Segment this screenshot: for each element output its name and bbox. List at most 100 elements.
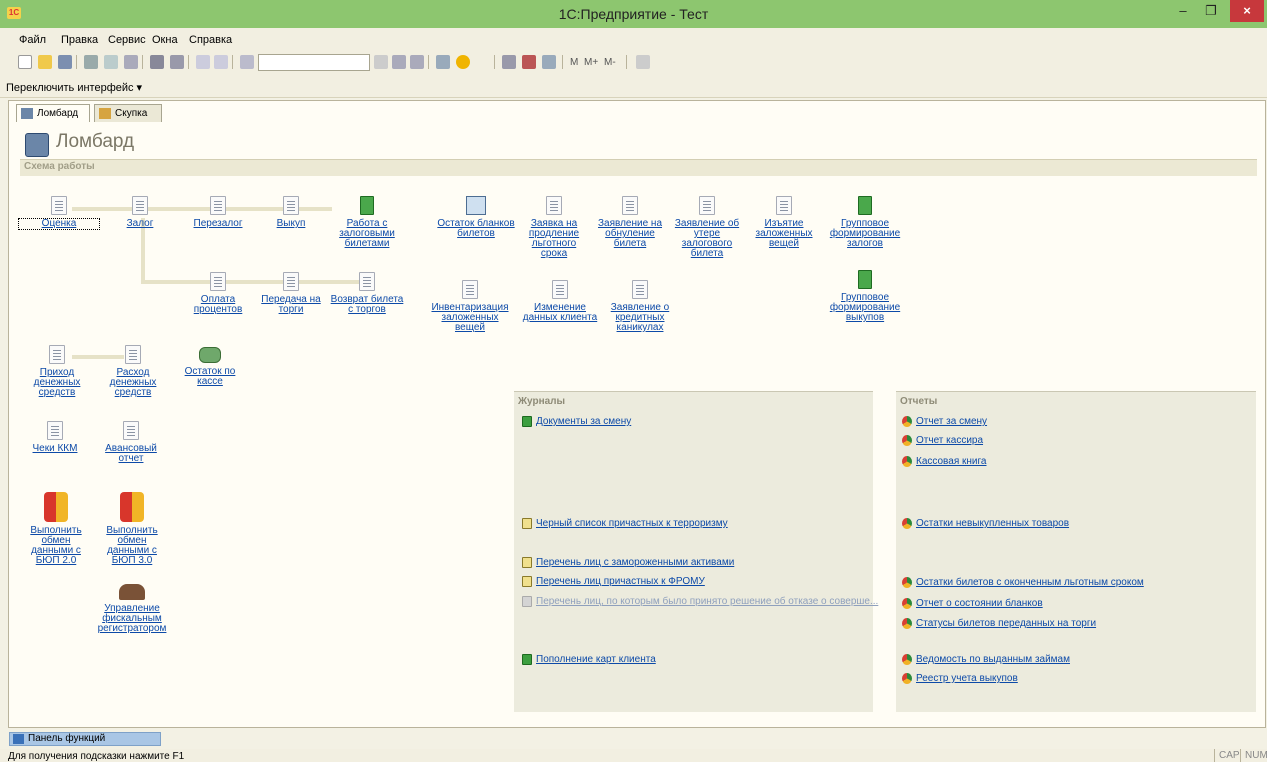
search-dropdown-icon[interactable] — [374, 55, 388, 69]
schema-item-advance-report[interactable]: Авансовый отчет — [98, 421, 164, 464]
tab-skupka[interactable]: Скупка — [94, 104, 162, 122]
menu-edit[interactable]: Правка — [61, 34, 98, 46]
schema-item-label: Расход денежных средств — [109, 367, 157, 398]
report-link[interactable]: Кассовая книга — [902, 456, 987, 467]
memory-minus-button[interactable]: M- — [604, 57, 616, 68]
menu-help[interactable]: Справка — [189, 34, 232, 46]
schema-item-cash-balance[interactable]: Остаток по кассе — [174, 347, 246, 387]
schema-item-fiscal[interactable]: Управление фискальным регистратором — [92, 584, 172, 634]
search-input[interactable] — [258, 54, 370, 71]
report-link[interactable]: Остатки невыкупленных товаров — [902, 518, 1069, 529]
num-indicator: NUM — [1240, 749, 1267, 762]
schema-item-loss-request[interactable]: Заявление об утере залогового билета — [673, 196, 741, 259]
schema-item-label: Выполнить обмен данными с БЮП 3.0 — [106, 525, 158, 566]
undo-icon[interactable] — [196, 55, 210, 69]
find-prev-icon[interactable] — [410, 55, 424, 69]
reports-panel: Отчеты Отчет за смену Отчет кассира Касс… — [896, 391, 1256, 712]
calendar-icon[interactable] — [522, 55, 536, 69]
journal-link[interactable]: Документы за смену — [522, 416, 631, 427]
maximize-button[interactable]: ❐ — [1198, 0, 1224, 22]
schema-item-vykup[interactable]: Выкуп — [251, 196, 331, 229]
users-icon[interactable] — [542, 55, 556, 69]
document-icon — [49, 345, 65, 364]
print-icon[interactable] — [150, 55, 164, 69]
memory-plus-button[interactable]: M+ — [584, 57, 598, 68]
schema-item-return-ticket[interactable]: Возврат билета с торгов — [330, 272, 404, 315]
report-link[interactable]: Отчет кассира — [902, 435, 983, 446]
tools-icon[interactable] — [636, 55, 650, 69]
schema-item-perezalog[interactable]: Перезалог — [178, 196, 258, 229]
cut-icon[interactable] — [84, 55, 98, 69]
schema-item-interest[interactable]: Оплата процентов — [178, 272, 258, 315]
schema-item-exchange-2[interactable]: Выполнить обмен данными с БЮП 2.0 — [22, 492, 90, 566]
find-next-icon[interactable] — [392, 55, 406, 69]
menu-service[interactable]: Сервис — [108, 34, 146, 46]
report-icon — [902, 577, 912, 588]
journal-list-icon — [522, 557, 532, 568]
schema-item-client-change[interactable]: Изменение данных клиента — [518, 280, 602, 323]
title-bar: 1С 1С:Предприятие - Тест – ❐ × — [0, 0, 1267, 28]
redo-icon[interactable] — [214, 55, 228, 69]
minimize-button[interactable]: – — [1170, 0, 1196, 22]
journal-link[interactable]: Перечень лиц причастных к ФРОМУ — [522, 576, 705, 587]
schema-item-group-redemptions[interactable]: Групповое формирование выкупов — [825, 270, 905, 323]
schema-item-credit-holidays[interactable]: Заявление о кредитных каникулах — [601, 280, 679, 333]
journal-link[interactable]: Пополнение карт клиента — [522, 654, 656, 665]
report-link[interactable]: Отчет о состоянии бланков — [902, 598, 1043, 609]
info-icon[interactable] — [456, 55, 470, 69]
schema-item-cash-out[interactable]: Расход денежных средств — [100, 345, 166, 398]
schema-item-exchange-3[interactable]: Выполнить обмен данными с БЮП 3.0 — [98, 492, 166, 566]
schema-item-auction[interactable]: Передача на торги — [251, 272, 331, 315]
journal-link[interactable]: Перечень лиц с замороженными активами — [522, 557, 734, 568]
schema-item-kkm-receipts[interactable]: Чеки ККМ — [22, 421, 88, 454]
schema-item-tickets[interactable]: Работа с залоговыми билетами — [329, 196, 405, 249]
schema-item-otsenka[interactable]: Оценка — [18, 196, 100, 230]
schema-item-blank-remainder[interactable]: Остаток бланков билетов — [436, 196, 516, 239]
report-link[interactable]: Реестр учета выкупов — [902, 673, 1018, 684]
schema-item-reset-request[interactable]: Заявление на обнуление билета — [596, 196, 664, 249]
report-link[interactable]: Ведомость по выданным займам — [902, 654, 1070, 665]
report-icon — [902, 518, 912, 529]
schema-item-group-pledges[interactable]: Групповое формирование залогов — [825, 196, 905, 249]
status-hint: Для получения подсказки нажмите F1 — [8, 751, 185, 762]
paste-icon[interactable] — [124, 55, 138, 69]
new-document-icon[interactable] — [18, 55, 32, 69]
function-panel-button[interactable]: Панель функций — [9, 732, 161, 746]
document-icon — [359, 272, 375, 291]
schema-item-zalog[interactable]: Залог — [100, 196, 180, 229]
close-button[interactable]: × — [1230, 0, 1264, 22]
money-icon — [199, 347, 221, 363]
menu-file[interactable]: Файл — [19, 34, 46, 46]
section-header — [20, 159, 1257, 176]
schema-item-cash-in[interactable]: Приход денежных средств — [24, 345, 90, 398]
document-icon — [546, 196, 562, 215]
windows-icon[interactable] — [436, 55, 450, 69]
switch-interface-button[interactable]: Переключить интерфейс ▾ — [6, 81, 142, 94]
schema-item-extension-request[interactable]: Заявка на продление льготного срока — [520, 196, 588, 259]
schema-item-label: Остаток по кассе — [184, 366, 236, 387]
report-link[interactable]: Отчет за смену — [902, 416, 987, 427]
calculator-icon[interactable] — [502, 55, 516, 69]
menu-windows[interactable]: Окна — [152, 34, 178, 46]
schema-item-label: Авансовый отчет — [105, 443, 157, 464]
schema-item-inventory[interactable]: Инвентаризация заложенных вещей — [427, 280, 513, 333]
open-folder-icon[interactable] — [38, 55, 52, 69]
journal-book-icon — [522, 416, 532, 427]
memory-button[interactable]: M — [570, 57, 578, 68]
search-icon[interactable] — [240, 55, 254, 69]
journal-list-icon — [522, 596, 532, 607]
window-title: 1С:Предприятие - Тест — [558, 6, 709, 22]
preview-icon[interactable] — [170, 55, 184, 69]
journal-link[interactable]: Черный список причастных к терроризму — [522, 518, 728, 529]
copy-icon[interactable] — [104, 55, 118, 69]
report-image-icon — [466, 196, 486, 215]
schema-item-seizure[interactable]: Изъятие заложенных вещей — [750, 196, 818, 249]
book-icon — [858, 196, 872, 215]
report-link[interactable]: Статусы билетов переданных на торги — [902, 618, 1096, 629]
tab-lombard[interactable]: Ломбард — [16, 104, 90, 122]
schema-item-label: Заявление о кредитных каникулах — [610, 302, 670, 333]
function-panel-icon — [13, 734, 24, 744]
save-icon[interactable] — [58, 55, 72, 69]
report-link[interactable]: Остатки билетов с оконченным льготным ср… — [902, 577, 1144, 588]
report-icon — [902, 456, 912, 467]
